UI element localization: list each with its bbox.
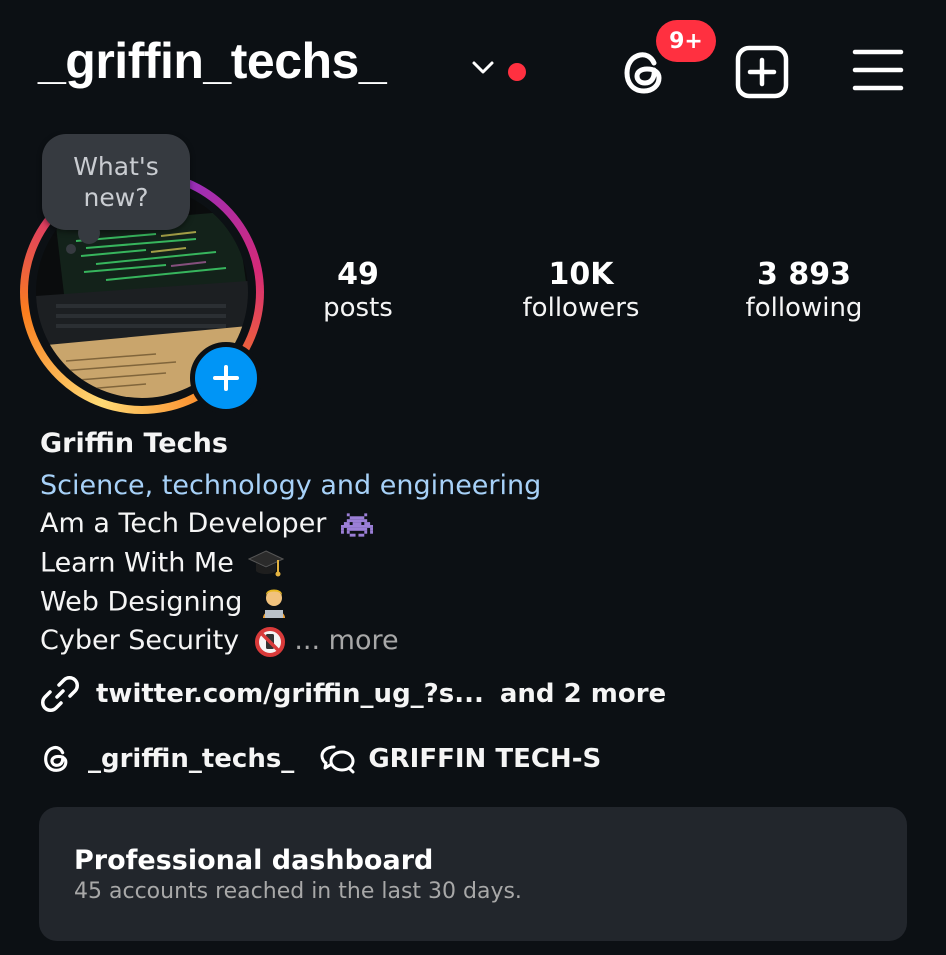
bio-line: Web Designing — [40, 586, 291, 620]
no-mobile-phones-icon — [254, 626, 285, 657]
notification-dot — [508, 63, 526, 81]
space-invader-icon — [341, 512, 373, 537]
note-bubble-tail — [78, 222, 100, 244]
posts-stat[interactable]: 49 posts — [258, 258, 458, 324]
posts-label: posts — [323, 293, 393, 323]
category-label: Science, technology and engineering — [40, 470, 542, 501]
graduation-cap-icon — [248, 550, 285, 577]
bio-more-link[interactable]: more — [329, 625, 399, 656]
threads-notification-badge: 9+ — [656, 20, 716, 62]
following-stat[interactable]: 3 893 following — [704, 258, 904, 324]
following-label: following — [745, 293, 863, 323]
bio-line: Am a Tech Developer — [40, 508, 373, 539]
profile-username[interactable]: _griffin_techs_ — [38, 36, 387, 86]
new-post-icon[interactable] — [735, 45, 789, 99]
add-story-button[interactable] — [190, 342, 262, 414]
dashboard-title: Professional dashboard — [74, 845, 434, 876]
bio-ellipsis: ... — [294, 625, 321, 656]
more-links[interactable]: and 2 more — [500, 679, 666, 709]
linked-accounts: _griffin_techs_ GRIFFIN TECH-S — [40, 742, 601, 776]
broadcast-channel-icon — [320, 745, 355, 774]
hamburger-menu-icon[interactable] — [852, 46, 904, 94]
external-links[interactable]: twitter.com/griffin_ug_?s... and 2 more — [40, 674, 666, 714]
full-name: Griffin Techs — [40, 428, 228, 459]
channel-name[interactable]: GRIFFIN TECH-S — [368, 744, 601, 774]
followers-label: followers — [522, 293, 640, 323]
technologist-icon — [263, 589, 286, 618]
threads-handle[interactable]: _griffin_techs_ — [88, 744, 294, 774]
link-icon — [41, 676, 79, 712]
bio-line: Learn With Me — [40, 547, 285, 581]
professional-dashboard-card[interactable]: Professional dashboard 45 accounts reach… — [39, 807, 907, 941]
note-text: What's new? — [73, 152, 159, 212]
posts-count: 49 — [337, 257, 379, 292]
link-url[interactable]: twitter.com/griffin_ug_?s... — [96, 679, 484, 709]
note-bubble[interactable]: What's new? — [42, 134, 190, 230]
followers-count: 10K — [548, 257, 614, 292]
following-count: 3 893 — [757, 257, 851, 292]
dashboard-subtitle: 45 accounts reached in the last 30 days. — [74, 879, 522, 904]
followers-stat[interactable]: 10K followers — [481, 258, 681, 324]
plus-icon — [213, 365, 239, 391]
chevron-down-icon[interactable] — [470, 58, 496, 78]
threads-icon — [44, 745, 68, 772]
bio-line: Cyber Security ... more — [40, 625, 399, 657]
